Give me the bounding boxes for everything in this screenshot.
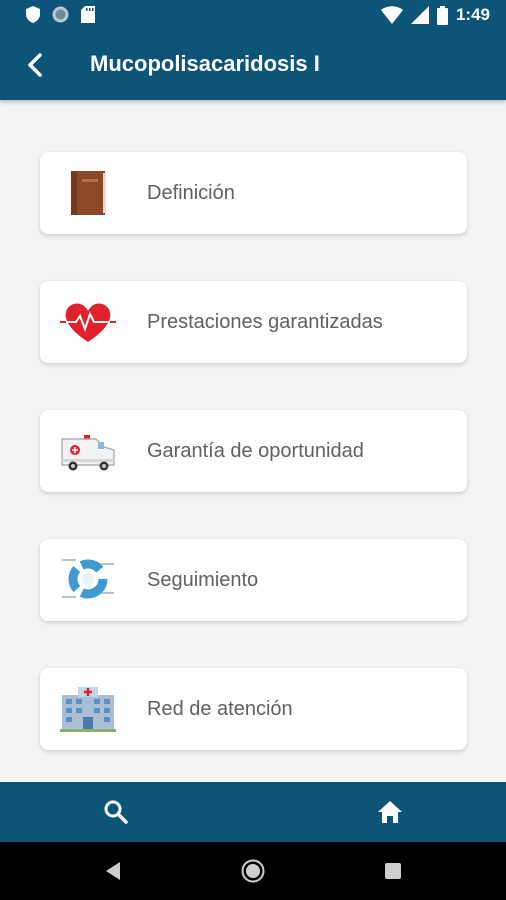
status-left — [26, 6, 95, 23]
menu-item-label: Prestaciones garantizadas — [147, 311, 383, 333]
wifi-icon — [380, 6, 403, 24]
menu-item-prestaciones[interactable]: Prestaciones garantizadas — [40, 281, 467, 363]
back-arrow-icon — [28, 53, 42, 77]
menu-item-red-atencion[interactable]: Red de atención — [40, 668, 467, 750]
sd-card-icon — [81, 6, 95, 23]
search-icon[interactable] — [102, 798, 130, 826]
status-bar: 1:49 — [0, 0, 506, 30]
bottom-nav — [0, 782, 506, 842]
home-icon[interactable] — [376, 798, 404, 826]
system-recents-icon[interactable] — [384, 862, 402, 880]
menu-item-label: Red de atención — [147, 698, 293, 720]
signal-icon — [410, 6, 429, 24]
menu-list: Definición Prestaciones garantizadas Gar… — [40, 152, 467, 797]
menu-item-definicion[interactable]: Definición — [40, 152, 467, 234]
back-button[interactable] — [18, 47, 54, 83]
menu-item-label: Definición — [147, 182, 235, 204]
page-title: Mucopolisacaridosis I — [90, 51, 320, 76]
shield-icon — [26, 6, 40, 23]
status-right: 1:49 — [380, 5, 490, 25]
system-nav-bar — [0, 842, 506, 900]
menu-item-seguimiento[interactable]: Seguimiento — [40, 539, 467, 621]
battery-icon — [436, 5, 448, 25]
system-back-icon[interactable] — [102, 860, 124, 882]
heart-pulse-icon — [60, 303, 116, 342]
hospital-icon — [60, 687, 116, 732]
menu-item-garantia[interactable]: Garantía de oportunidad — [40, 410, 467, 492]
circle-icon — [52, 6, 69, 23]
status-time: 1:49 — [455, 5, 490, 24]
book-icon — [71, 171, 106, 215]
ambulance-icon — [61, 435, 115, 471]
system-home-icon[interactable] — [241, 859, 265, 883]
menu-item-label: Seguimiento — [147, 569, 259, 591]
donut-chart-icon — [62, 559, 114, 599]
menu-item-label: Garantía de oportunidad — [147, 440, 364, 462]
app-bar: Mucopolisacaridosis I — [0, 30, 506, 100]
